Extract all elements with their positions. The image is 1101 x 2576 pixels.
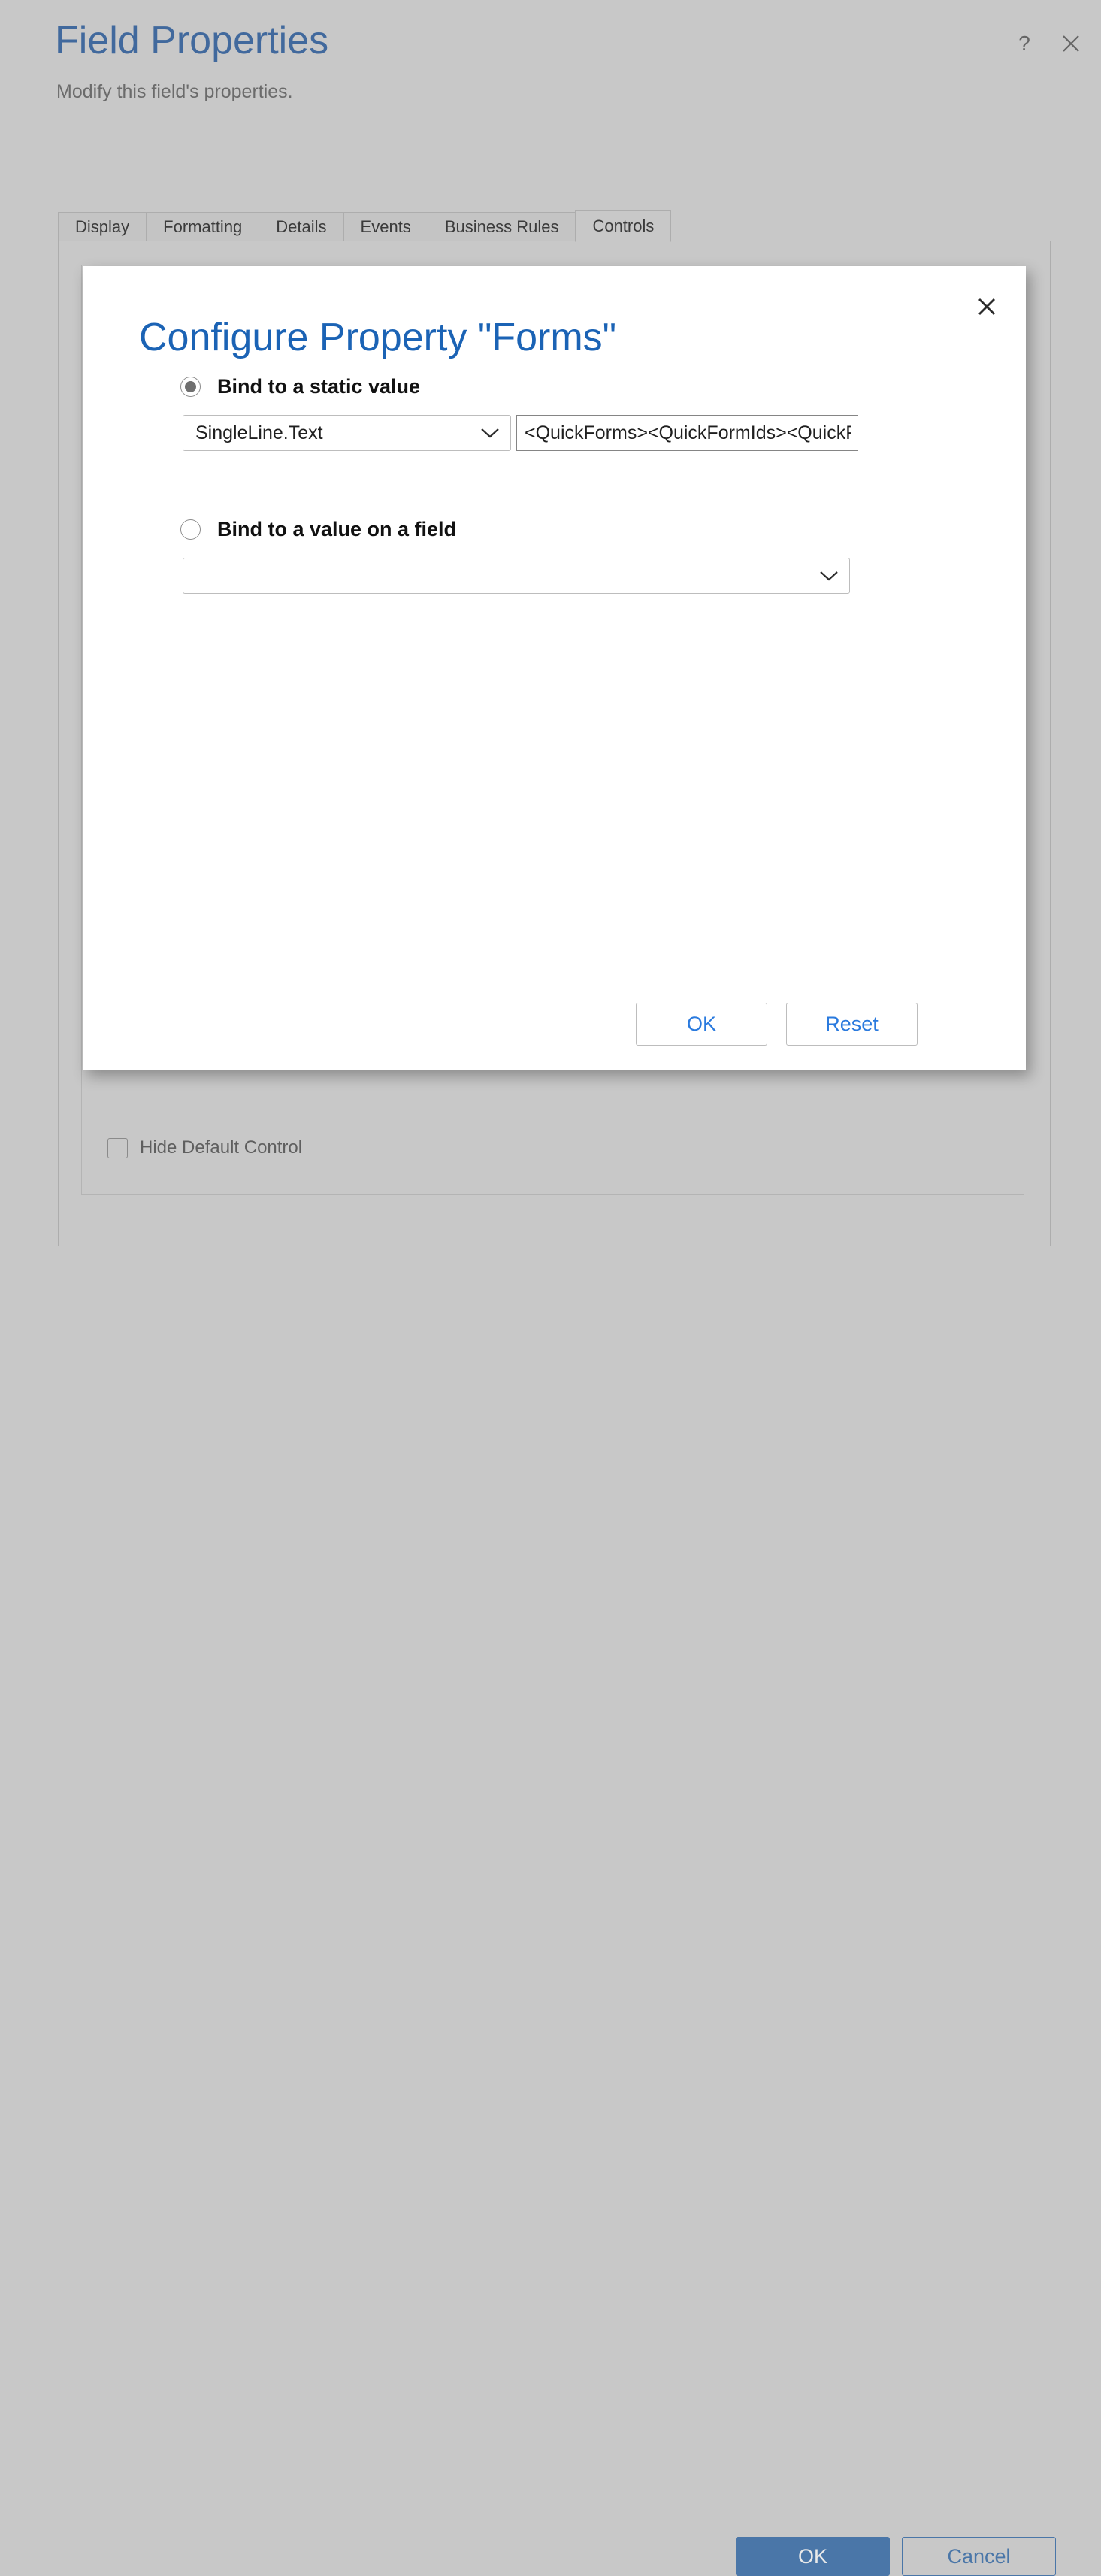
dialog-ok-button[interactable]: OK: [636, 1003, 767, 1046]
chevron-down-icon: [819, 570, 839, 582]
bind-static-inputs-row: SingleLine.Text: [183, 415, 858, 451]
page-subtitle: Modify this field's properties.: [56, 81, 293, 102]
bind-static-label: Bind to a static value: [217, 375, 421, 398]
tab-formatting[interactable]: Formatting: [146, 212, 260, 242]
header-actions: ?: [1011, 30, 1084, 57]
field-select[interactable]: [183, 558, 850, 594]
tab-label: Display: [75, 217, 130, 236]
bind-field-input-row: [183, 558, 850, 594]
hide-default-control-checkbox[interactable]: [107, 1137, 128, 1158]
tab-controls[interactable]: Controls: [575, 210, 672, 242]
tab-strip: Display Formatting Details Events Busine…: [58, 210, 1051, 242]
tab-label: Details: [276, 217, 327, 236]
hide-default-control-label: Hide Default Control: [140, 1137, 303, 1158]
dialog-footer: OK Reset: [83, 980, 1026, 1070]
hide-default-control-row[interactable]: Hide Default Control: [107, 1137, 302, 1158]
tab-label: Events: [360, 217, 411, 236]
ok-button[interactable]: OK: [736, 2537, 890, 2576]
tab-display[interactable]: Display: [58, 212, 147, 242]
bind-static-radio-row[interactable]: Bind to a static value: [180, 375, 420, 398]
close-icon[interactable]: [1057, 30, 1084, 57]
tab-strip-filler: [670, 211, 1051, 242]
cancel-button[interactable]: Cancel: [902, 2537, 1056, 2576]
dialog-reset-button[interactable]: Reset: [786, 1003, 918, 1046]
tab-label: Formatting: [163, 217, 243, 236]
bind-static-option: Bind to a static value: [180, 375, 420, 398]
tab-events[interactable]: Events: [343, 212, 428, 242]
bind-static-radio[interactable]: [180, 377, 201, 397]
page-header: Field Properties Modify this field's pro…: [0, 0, 1101, 128]
static-type-select[interactable]: SingleLine.Text: [183, 415, 511, 451]
tab-label: Controls: [592, 216, 655, 235]
tab-business-rules[interactable]: Business Rules: [427, 212, 576, 242]
static-value-input[interactable]: [516, 415, 858, 451]
dialog-title: Configure Property "Forms": [139, 316, 617, 359]
dialog-close-icon[interactable]: [970, 290, 1003, 323]
bind-field-radio-row[interactable]: Bind to a value on a field: [180, 518, 456, 541]
bind-field-radio[interactable]: [180, 519, 201, 540]
bind-field-label: Bind to a value on a field: [217, 518, 457, 540]
page-title: Field Properties: [55, 19, 329, 62]
tab-details[interactable]: Details: [259, 212, 344, 242]
static-type-select-value: SingleLine.Text: [195, 422, 323, 443]
chevron-down-icon: [480, 427, 500, 439]
configure-property-dialog: Configure Property "Forms" Bind to a sta…: [83, 266, 1026, 1070]
bind-field-option: Bind to a value on a field: [180, 518, 456, 541]
question-mark-icon[interactable]: ?: [1011, 30, 1038, 57]
window-footer-bar: OK Cancel: [0, 1246, 1101, 2576]
tab-label: Business Rules: [444, 217, 559, 236]
svg-text:?: ?: [1018, 32, 1030, 55]
